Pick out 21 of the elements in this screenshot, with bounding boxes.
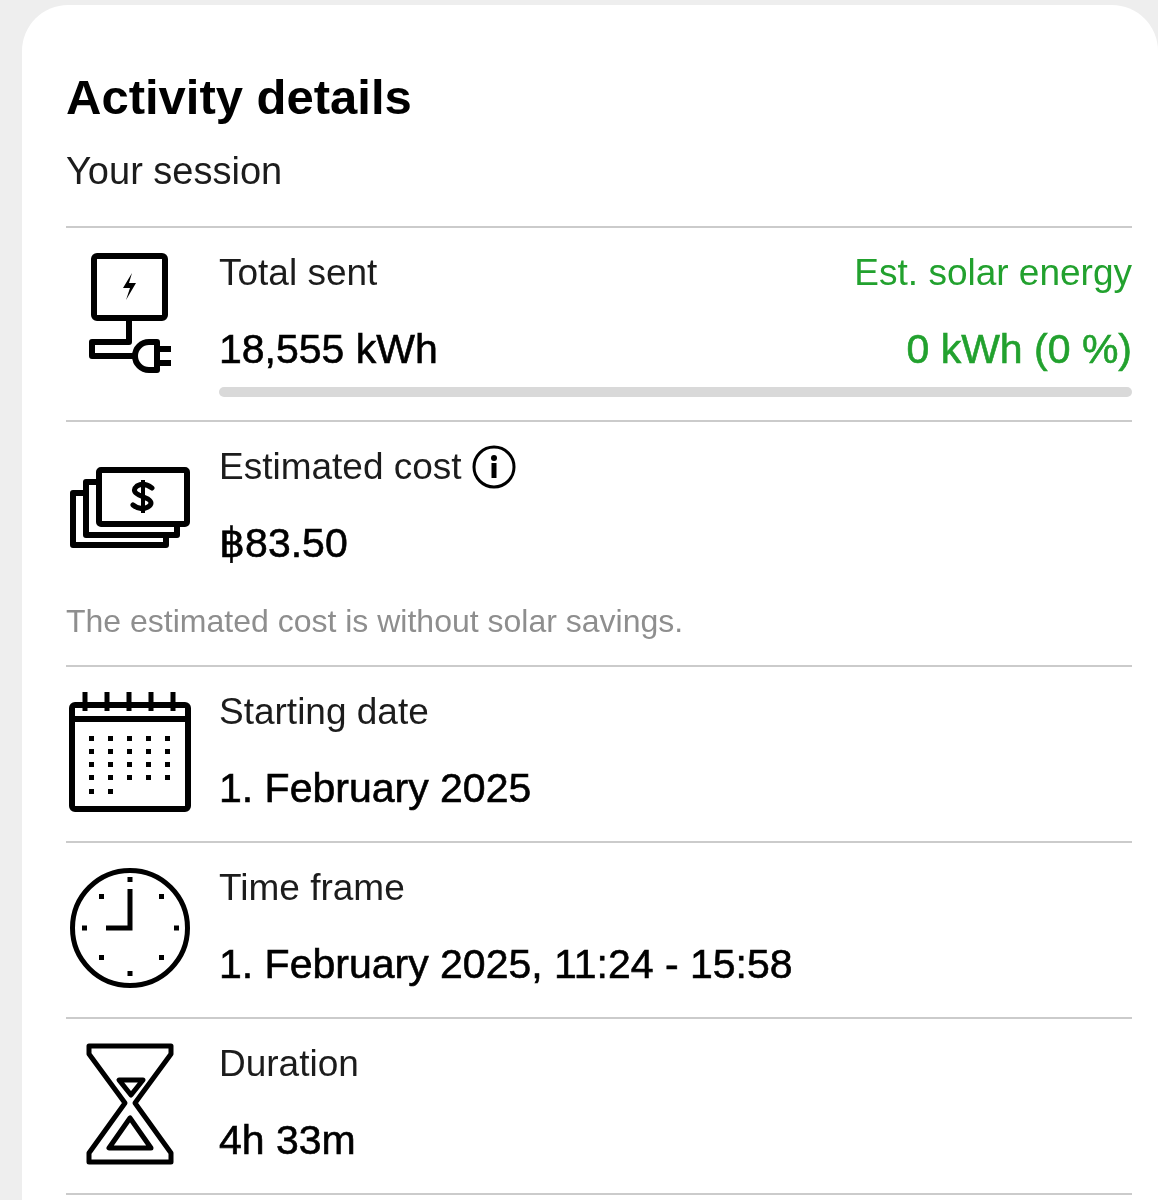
info-icon[interactable] [471, 445, 516, 489]
banknotes-icon [69, 465, 191, 548]
detail-label: Duration [219, 1042, 359, 1086]
calendar-icon [69, 690, 191, 813]
cost-note: The estimated cost is without solar savings. [66, 602, 685, 640]
detail-value: 1. February 2025, 11:24 - 15:58 [219, 940, 793, 989]
solar-energy-value: 0 kWh (0 %) [906, 325, 1132, 374]
detail-label: Total sent [219, 251, 378, 295]
detail-label: Estimated cost [219, 445, 462, 489]
detail-label: Starting date [219, 690, 429, 734]
section-subtitle: Your session [66, 149, 284, 194]
detail-value: ฿83.50 [219, 519, 348, 568]
charger-plug-icon [87, 251, 173, 374]
detail-value: 4h 33m [219, 1116, 356, 1165]
card-title: Activity details [66, 69, 413, 126]
clock-icon [69, 866, 191, 989]
detail-value: 18,555 kWh [219, 325, 438, 374]
detail-value: 1. February 2025 [219, 764, 532, 813]
solar-energy-label: Est. solar energy [854, 251, 1132, 295]
detail-label: Time frame [219, 866, 405, 910]
hourglass-icon [85, 1042, 175, 1165]
